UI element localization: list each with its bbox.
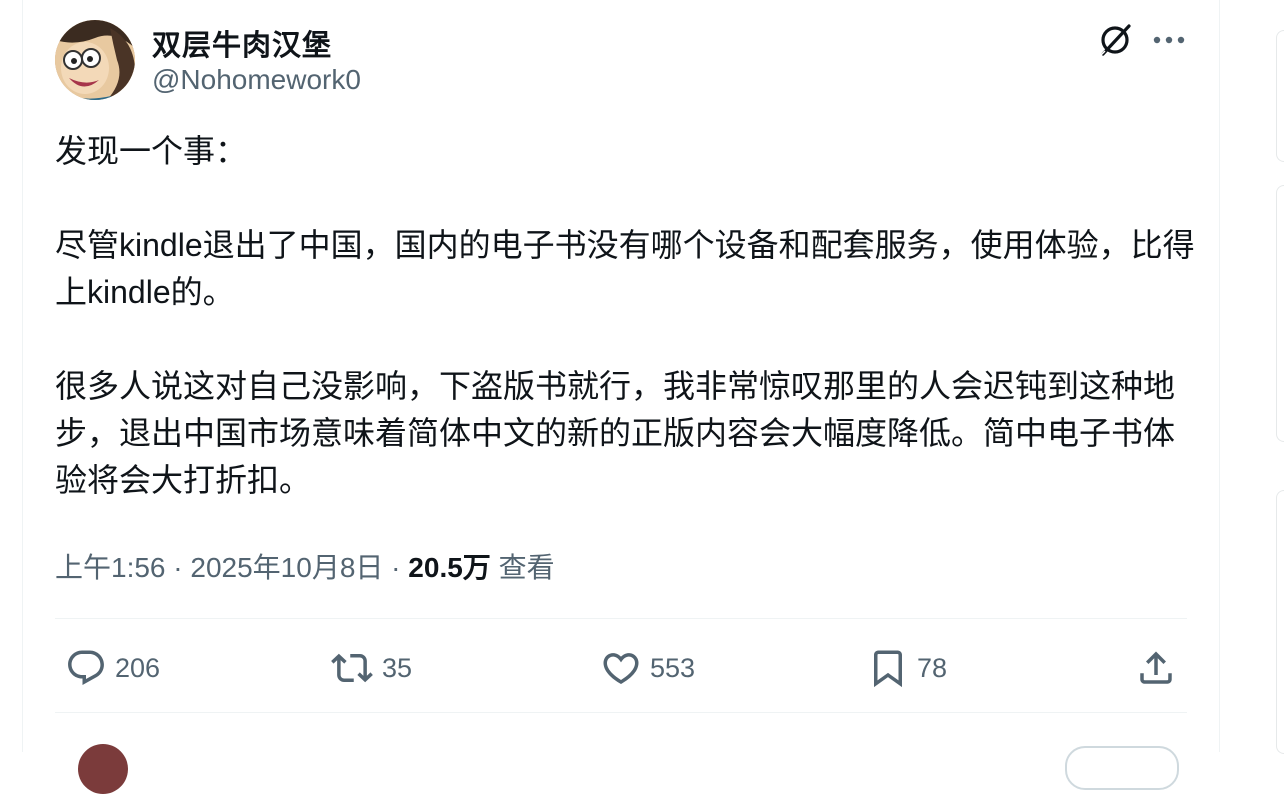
views-count[interactable]: 20.5万 bbox=[408, 552, 491, 583]
reply-button[interactable]: 206 bbox=[65, 640, 160, 696]
tweet-paragraph: 发现一个事： bbox=[55, 133, 248, 169]
meta-separator: · bbox=[165, 552, 191, 583]
reply-count: 206 bbox=[115, 652, 161, 683]
author-avatar[interactable] bbox=[55, 20, 135, 100]
author-name[interactable]: 双层牛肉汉堡 bbox=[152, 22, 332, 64]
grok-slash-icon[interactable] bbox=[1097, 22, 1133, 58]
tweet-actions: 206 35 553 78 bbox=[55, 640, 1187, 696]
retweet-count: 35 bbox=[382, 652, 413, 683]
retweet-icon bbox=[330, 647, 374, 689]
like-count: 553 bbox=[650, 652, 696, 683]
tweet-date[interactable]: 2025年10月8日 bbox=[190, 552, 383, 583]
share-button[interactable] bbox=[1135, 640, 1177, 696]
bookmark-count: 78 bbox=[917, 652, 948, 683]
like-button[interactable]: 553 bbox=[600, 640, 695, 696]
heart-icon bbox=[600, 647, 642, 689]
bookmark-button[interactable]: 78 bbox=[867, 640, 947, 696]
more-horizontal-icon[interactable] bbox=[1150, 26, 1188, 54]
column-border-right bbox=[1219, 0, 1220, 752]
tweet-time[interactable]: 上午1:56 bbox=[55, 552, 166, 583]
reply-icon bbox=[65, 647, 107, 689]
tweet-text: 发现一个事： 尽管kindle退出了中国，国内的电子书没有哪个设备和配套服务，使… bbox=[55, 128, 1195, 504]
divider bbox=[55, 712, 1187, 713]
meta-separator: · bbox=[383, 552, 409, 583]
retweet-button[interactable]: 35 bbox=[330, 640, 412, 696]
author-handle[interactable]: @Nohomework0 bbox=[152, 64, 361, 96]
views-label[interactable]: 查看 bbox=[499, 552, 555, 583]
next-reply-button[interactable] bbox=[1065, 746, 1179, 790]
bookmark-icon bbox=[867, 647, 909, 689]
tweet-meta: 上午1:56 · 2025年10月8日 · 20.5万 查看 bbox=[55, 546, 555, 586]
right-rail-edge bbox=[1276, 0, 1284, 754]
tweet-paragraph: 尽管kindle退出了中国，国内的电子书没有哪个设备和配套服务，使用体验，比得上… bbox=[55, 227, 1195, 310]
column-border-left bbox=[22, 0, 23, 752]
divider bbox=[55, 618, 1187, 619]
tweet-paragraph: 很多人说这对自己没影响，下盗版书就行，我非常惊叹那里的人会迟钝到这种地步，退出中… bbox=[55, 368, 1176, 498]
share-icon bbox=[1135, 647, 1177, 689]
